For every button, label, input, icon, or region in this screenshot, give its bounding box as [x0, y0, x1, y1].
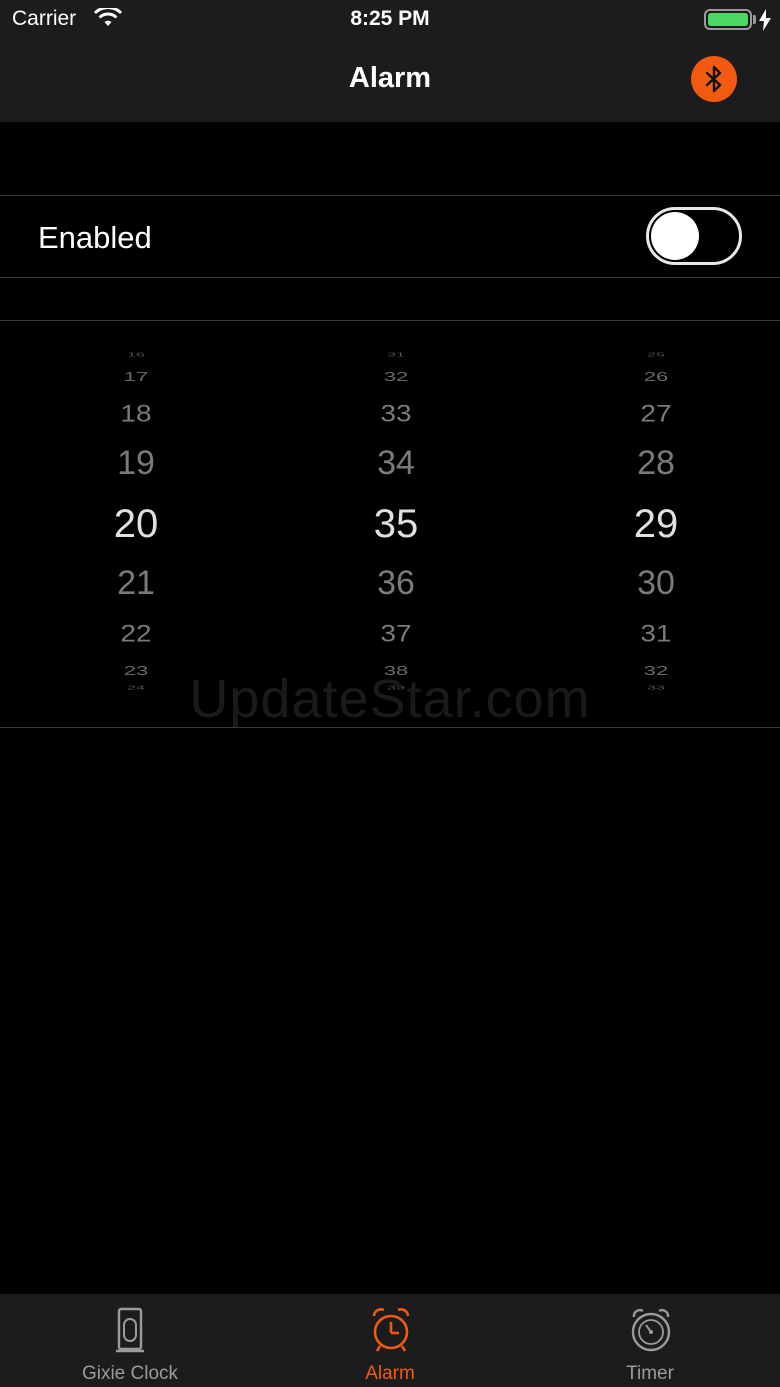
- divider: [0, 320, 780, 321]
- time-picker[interactable]: 16 17 18 19 20 21 22 23 24 31 32 33 34 3…: [0, 352, 780, 692]
- picker-value: 19: [117, 444, 155, 482]
- picker-value: 36: [377, 564, 415, 602]
- tab-label: Timer: [626, 1363, 674, 1384]
- tab-alarm[interactable]: Alarm: [260, 1294, 520, 1387]
- picker-value: 22: [120, 620, 152, 647]
- minute-wheel[interactable]: 31 32 33 34 35 36 37 38 39: [296, 352, 496, 692]
- picker-value: 32: [383, 369, 409, 385]
- tab-gixie-clock[interactable]: Gixie Clock: [0, 1294, 260, 1387]
- tab-timer[interactable]: Timer: [520, 1294, 780, 1387]
- divider: [0, 195, 780, 196]
- divider: [0, 727, 780, 728]
- picker-value: 21: [117, 564, 155, 602]
- picker-selected-second: 29: [633, 502, 679, 546]
- navigation-bar: Alarm: [0, 40, 780, 122]
- picker-value: 25: [647, 352, 665, 358]
- gixie-clock-icon: [116, 1307, 144, 1353]
- toggle-knob: [651, 212, 699, 260]
- picker-value: 34: [377, 444, 415, 482]
- divider: [0, 277, 780, 278]
- picker-value: 18: [120, 400, 152, 427]
- picker-value: 31: [640, 620, 672, 647]
- alarm-clock-icon: [372, 1308, 410, 1352]
- picker-selected-hour: 20: [113, 502, 159, 546]
- picker-value: 30: [637, 564, 675, 602]
- picker-value: 26: [643, 369, 669, 385]
- picker-selected-minute: 35: [373, 502, 419, 546]
- enabled-label: Enabled: [38, 220, 152, 255]
- enabled-toggle[interactable]: [646, 207, 742, 265]
- watermark: UpdateStar.com: [189, 669, 591, 729]
- bluetooth-icon: [705, 65, 722, 93]
- battery-cap: [753, 15, 756, 24]
- timer-icon: [631, 1308, 671, 1352]
- alarm-screen: Carrier 8:25 PM Alarm Enabled 16 17 18 1…: [0, 0, 780, 1387]
- picker-value: 37: [380, 620, 412, 647]
- picker-value: 16: [127, 352, 145, 358]
- picker-value: 27: [640, 400, 672, 427]
- charging-bolt-icon: [759, 9, 771, 31]
- picker-value: 33: [380, 400, 412, 427]
- battery-level: [708, 13, 748, 26]
- page-title: Alarm: [348, 62, 432, 94]
- battery-icon: [704, 9, 752, 30]
- status-time: 8:25 PM: [350, 7, 430, 30]
- picker-value: 17: [123, 369, 149, 385]
- bluetooth-button[interactable]: [691, 56, 737, 102]
- hour-wheel[interactable]: 16 17 18 19 20 21 22 23 24: [36, 352, 236, 692]
- second-wheel[interactable]: 25 26 27 28 29 30 31 32 33: [556, 352, 756, 692]
- tab-label: Gixie Clock: [81, 1363, 179, 1384]
- status-bar: Carrier 8:25 PM: [0, 0, 780, 40]
- picker-value: 28: [637, 444, 675, 482]
- tab-bar: Gixie Clock Alarm Timer: [0, 1294, 780, 1387]
- tab-label: Alarm: [365, 1363, 415, 1384]
- picker-value: 31: [387, 352, 405, 358]
